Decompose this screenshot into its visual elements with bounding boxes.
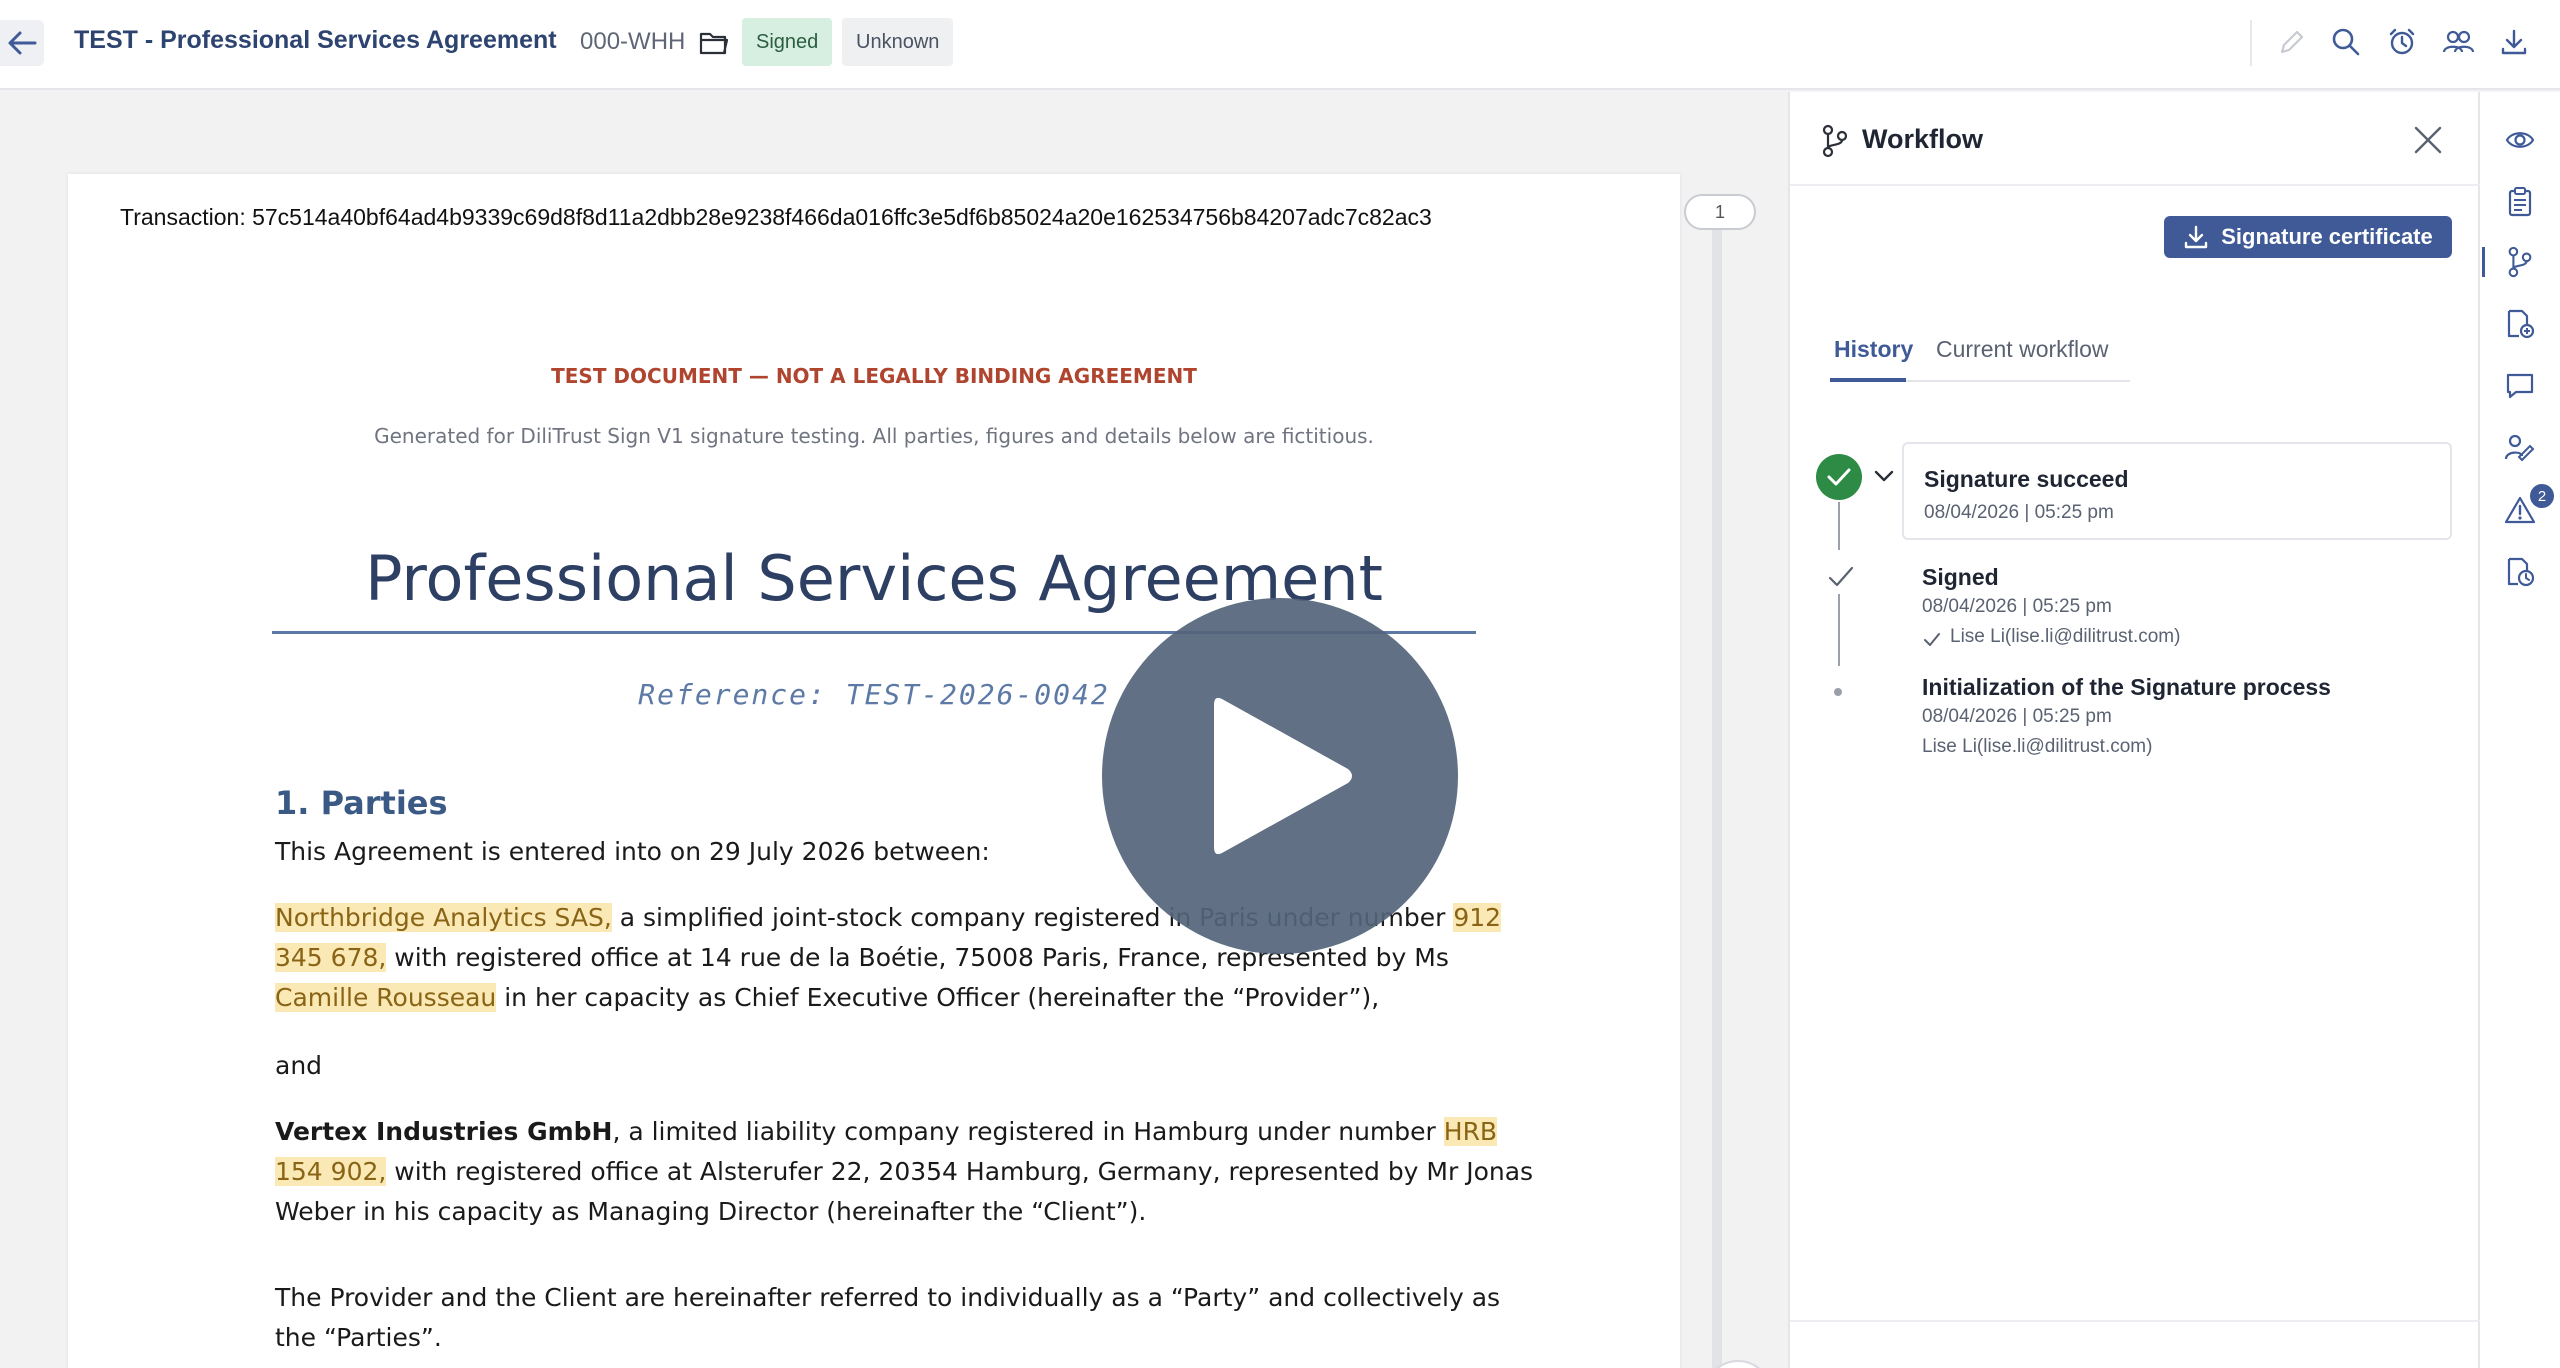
client-text: with registered office at Alsterufer 22,… bbox=[275, 1157, 1534, 1226]
document-title: TEST - Professional Services Agreement bbox=[74, 26, 557, 54]
download-button[interactable] bbox=[2496, 24, 2532, 60]
event-user: Lise Li(lise.li@dilitrust.com) bbox=[1922, 736, 2153, 757]
timeline-connector bbox=[1838, 594, 1840, 666]
rail-attachments[interactable] bbox=[2502, 306, 2538, 342]
rail-workflow[interactable] bbox=[2502, 244, 2538, 280]
rail-history[interactable] bbox=[2502, 554, 2538, 590]
alarm-icon bbox=[2389, 28, 2415, 55]
signature-certificate-button[interactable]: Signature certificate bbox=[2164, 216, 2452, 258]
document-clock-icon bbox=[2507, 557, 2535, 587]
client-text: , a limited liability company registered… bbox=[612, 1117, 1444, 1146]
eye-icon bbox=[2505, 132, 2535, 148]
signature-certificate-label: Signature certificate bbox=[2221, 224, 2433, 249]
participants-button[interactable] bbox=[2440, 24, 2476, 60]
check-icon bbox=[1827, 468, 1851, 486]
client-name: Vertex Industries GmbH bbox=[275, 1117, 613, 1146]
tab-history[interactable]: History bbox=[1834, 336, 1913, 363]
comment-icon bbox=[2506, 373, 2534, 399]
check-icon bbox=[1924, 633, 1940, 646]
signer-icon bbox=[2504, 434, 2535, 462]
page-indicator[interactable]: 1 bbox=[1684, 194, 1756, 230]
test-warning: TEST DOCUMENT — NOT A LEGALLY BINDING AG… bbox=[551, 364, 1197, 388]
client-paragraph: Vertex Industries GmbH, a limited liabil… bbox=[275, 1112, 1545, 1232]
folder-icon[interactable] bbox=[698, 28, 730, 58]
generated-note: Generated for DiliTrust Sign V1 signatur… bbox=[374, 424, 1374, 448]
success-status-icon bbox=[1816, 454, 1862, 500]
timeline-dot bbox=[1834, 688, 1842, 696]
toolbar-divider bbox=[2250, 20, 2252, 66]
active-tab-indicator bbox=[1830, 378, 1906, 382]
workflow-panel: Workflow Signature certificate History C… bbox=[1788, 92, 2480, 1368]
panel-footer-divider bbox=[1790, 1320, 2480, 1322]
workflow-icon bbox=[2508, 246, 2532, 278]
agreement-title: Professional Services Agreement bbox=[365, 542, 1383, 615]
provider-name: Northbridge Analytics SAS, bbox=[275, 903, 612, 932]
event-date: 08/04/2026 | 05:25 pm bbox=[1922, 706, 2112, 727]
status-badge: Signed bbox=[742, 18, 833, 66]
rail-preview[interactable] bbox=[2502, 122, 2538, 158]
event-title: Signed bbox=[1922, 564, 1999, 590]
event-date: 08/04/2026 | 05:25 pm bbox=[1922, 596, 2112, 617]
panel-title: Workflow bbox=[1862, 124, 1983, 154]
alerts-count-badge: 2 bbox=[2530, 484, 2554, 508]
and-word: and bbox=[275, 1051, 323, 1080]
back-arrow-icon bbox=[8, 31, 37, 55]
search-button[interactable] bbox=[2328, 24, 2364, 60]
reminder-button[interactable] bbox=[2384, 24, 2420, 60]
users-icon bbox=[2442, 30, 2475, 53]
back-button[interactable] bbox=[0, 20, 44, 66]
right-rail: 2 bbox=[2480, 92, 2560, 1368]
clipboard-icon bbox=[2508, 187, 2532, 217]
top-bar: TEST - Professional Services Agreement 0… bbox=[0, 0, 2560, 90]
provider-text: in her capacity as Chief Executive Offic… bbox=[496, 983, 1380, 1012]
type-badge: Unknown bbox=[842, 18, 954, 66]
document-id: 000-WHH bbox=[580, 28, 686, 55]
event-card[interactable]: Signature succeed 08/04/2026 | 05:25 pm bbox=[1902, 442, 2452, 540]
document-scrollbar[interactable] bbox=[1712, 210, 1722, 1368]
download-icon bbox=[2501, 29, 2527, 55]
provider-representative: Camille Rousseau bbox=[275, 983, 497, 1012]
event-date: 08/04/2026 | 05:25 pm bbox=[1924, 502, 2114, 523]
tab-current-workflow[interactable]: Current workflow bbox=[1936, 336, 2109, 363]
play-video-button[interactable] bbox=[1102, 598, 1458, 954]
edit-button[interactable] bbox=[2274, 24, 2310, 60]
rail-details[interactable] bbox=[2502, 184, 2538, 220]
event-title: Signature succeed bbox=[1924, 466, 2129, 492]
chevron-down-icon[interactable] bbox=[1872, 464, 1896, 488]
download-icon bbox=[2185, 225, 2208, 249]
timeline-connector bbox=[1838, 502, 1840, 550]
search-icon bbox=[2332, 28, 2360, 56]
event-user: Lise Li(lise.li@dilitrust.com) bbox=[1950, 626, 2181, 647]
document-viewer[interactable]: Transaction: 57c514a40bf64ad4b9339c69d8f… bbox=[0, 92, 1788, 1368]
rail-active-indicator bbox=[2482, 247, 2485, 277]
document-add-icon bbox=[2507, 309, 2535, 339]
check-icon bbox=[1828, 566, 1854, 587]
play-icon bbox=[1214, 697, 1352, 855]
workflow-icon bbox=[1822, 124, 1848, 158]
event-title: Initialization of the Signature process bbox=[1922, 674, 2331, 700]
transaction-hash: Transaction: 57c514a40bf64ad4b9339c69d8f… bbox=[120, 204, 1432, 230]
rail-comments[interactable] bbox=[2502, 368, 2538, 404]
close-icon[interactable] bbox=[2410, 122, 2446, 158]
closing-paragraph: The Provider and the Client are hereinaf… bbox=[275, 1283, 1501, 1352]
rail-signers[interactable] bbox=[2502, 430, 2538, 466]
section-heading: 1. Parties bbox=[275, 784, 448, 822]
panel-header: Workflow bbox=[1790, 92, 2480, 186]
pencil-icon bbox=[2280, 30, 2304, 54]
